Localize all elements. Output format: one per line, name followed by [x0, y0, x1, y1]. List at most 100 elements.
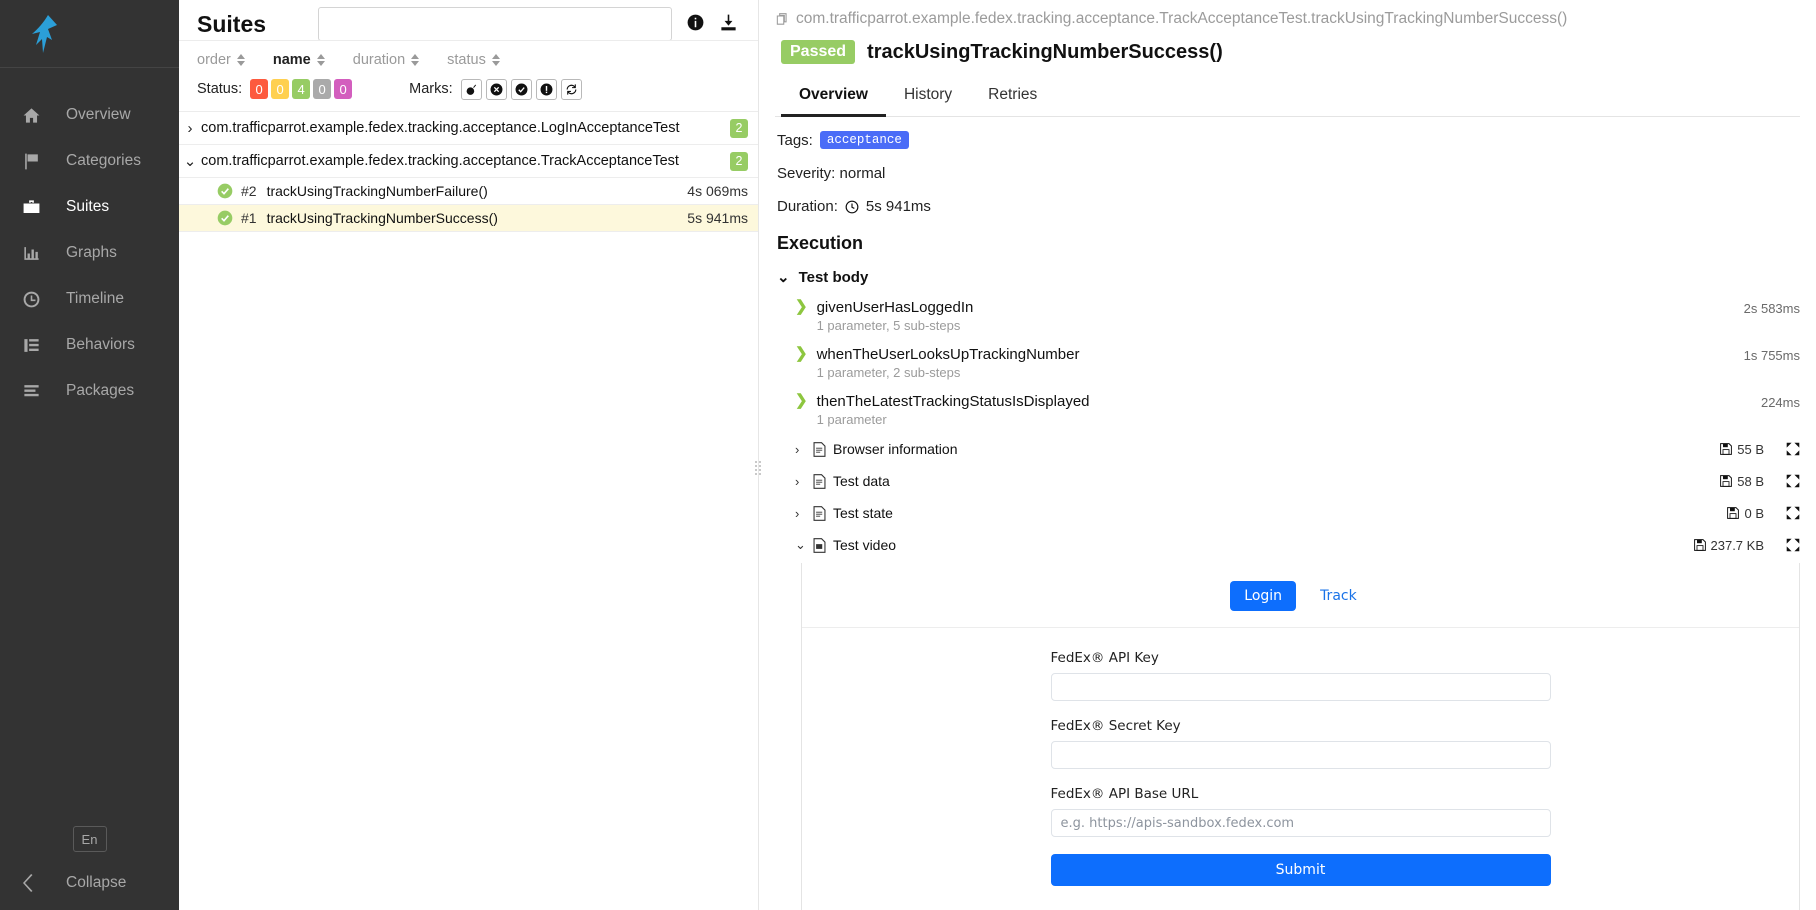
logo[interactable] — [0, 0, 179, 68]
sort-caret-icon — [316, 54, 325, 66]
collapse-button[interactable]: Collapse — [0, 874, 179, 892]
attachment-size: 58 B — [1720, 474, 1764, 489]
chevron-right-icon: › — [187, 119, 193, 137]
sort-by-status[interactable]: status — [447, 52, 500, 68]
secret-key-field[interactable] — [1050, 741, 1551, 769]
step-subtitle: 1 parameter, 2 sub-steps — [816, 365, 961, 380]
attachment-row-test-video[interactable]: ⌄ Test video 237.7 KB — [777, 529, 1800, 561]
attachment-row-test-data[interactable]: › Test data 58 B — [777, 465, 1800, 497]
sidebar-item-timeline[interactable]: Timeline — [0, 276, 179, 322]
download-icon[interactable] — [719, 13, 738, 36]
suites-header-actions — [686, 13, 742, 36]
step-row[interactable]: ❯ thenTheLatestTrackingStatusIsDisplayed… — [777, 386, 1800, 433]
test-row[interactable]: #1 trackUsingTrackingNumberSuccess() 5s … — [179, 205, 758, 232]
language-button[interactable]: En — [72, 826, 107, 852]
api-key-field[interactable] — [1050, 673, 1551, 701]
expand-icon[interactable] — [1786, 538, 1800, 552]
pane-resize-handle[interactable] — [755, 455, 761, 481]
test-body-toggle[interactable]: ⌄ Test body — [777, 268, 1800, 287]
execution-heading: Execution — [777, 233, 864, 253]
preview-tab-login[interactable]: Login — [1230, 581, 1297, 611]
test-name: trackUsingTrackingNumberSuccess() — [266, 210, 498, 226]
status-chip-failed[interactable]: 0 — [250, 79, 269, 99]
attachment-name: Test state — [833, 505, 893, 521]
chevron-right-icon: › — [795, 441, 800, 457]
info-icon[interactable] — [686, 13, 705, 36]
step-main: givenUserHasLoggedIn 1 parameter, 5 sub-… — [817, 299, 1744, 333]
save-icon — [1693, 539, 1706, 551]
file-text-icon — [813, 505, 826, 521]
duration-label: Duration: — [777, 198, 838, 215]
suite-name: com.trafficparrot.example.fedex.tracking… — [201, 153, 679, 169]
passed-status-icon — [217, 210, 233, 226]
step-row[interactable]: ❯ whenTheUserLooksUpTrackingNumber 1 par… — [777, 339, 1800, 386]
attachment-size: 55 B — [1720, 442, 1764, 457]
save-icon — [1720, 443, 1733, 455]
copy-icon[interactable] — [775, 12, 789, 27]
sidebar: Overview Categories Suites Graphs Timeli… — [0, 0, 179, 910]
sidebar-item-overview[interactable]: Overview — [0, 92, 179, 138]
sidebar-item-suites[interactable]: Suites — [0, 184, 179, 230]
failed-circle-icon[interactable] — [485, 78, 507, 100]
attachment-size-text: 237.7 KB — [1710, 537, 1765, 553]
suite-row-login-acceptance-test[interactable]: › com.trafficparrot.example.fedex.tracki… — [179, 112, 758, 145]
submit-button[interactable]: Submit — [1050, 854, 1551, 886]
sidebar-item-behaviors[interactable]: Behaviors — [0, 322, 179, 368]
breadcrumb-text: com.trafficparrot.example.fedex.tracking… — [796, 10, 1568, 27]
suite-name: com.trafficparrot.example.fedex.tracking… — [201, 120, 680, 136]
sidebar-item-label: Packages — [66, 382, 135, 399]
status-filter-label: Status: — [197, 81, 243, 97]
search-input[interactable] — [318, 7, 672, 41]
list-icon — [22, 336, 52, 355]
tab-retries[interactable]: Retries — [970, 78, 1055, 117]
chevron-down-icon: ⌄ — [777, 269, 790, 286]
marks-controls: Marks: — [409, 78, 586, 100]
passed-circle-icon[interactable] — [510, 78, 532, 100]
status-chip-broken[interactable]: 0 — [271, 79, 290, 99]
test-detail-pane: com.trafficparrot.example.fedex.tracking… — [759, 0, 1816, 910]
preview-tabs: Login Track — [802, 563, 1799, 628]
suite-row-track-acceptance-test[interactable]: ⌄ com.trafficparrot.example.fedex.tracki… — [179, 145, 758, 178]
test-row[interactable]: #2 trackUsingTrackingNumberFailure() 4s … — [179, 178, 758, 205]
tab-overview[interactable]: Overview — [781, 78, 886, 117]
base-url-field[interactable] — [1050, 809, 1551, 837]
attachment-row-test-state[interactable]: › Test state 0 B — [777, 497, 1800, 529]
sidebar-nav: Overview Categories Suites Graphs Timeli… — [0, 68, 179, 826]
status-chip-passed[interactable]: 4 — [292, 79, 311, 99]
preview-tab-track[interactable]: Track — [1306, 581, 1371, 611]
attachment-name: Test data — [833, 473, 890, 489]
step-main: thenTheLatestTrackingStatusIsDisplayed 1… — [817, 393, 1761, 427]
retry-icon[interactable] — [560, 78, 582, 100]
step-row[interactable]: ❯ givenUserHasLoggedIn 1 parameter, 5 su… — [777, 292, 1800, 339]
tab-history[interactable]: History — [886, 78, 970, 117]
sidebar-item-categories[interactable]: Categories — [0, 138, 179, 184]
sidebar-item-packages[interactable]: Packages — [0, 368, 179, 414]
home-icon — [22, 106, 52, 125]
sort-controls: order name duration status — [197, 47, 758, 73]
suitcase-icon — [22, 198, 52, 217]
expand-icon[interactable] — [1786, 474, 1800, 488]
sidebar-item-graphs[interactable]: Graphs — [0, 230, 179, 276]
sort-by-name[interactable]: name — [273, 52, 325, 68]
sort-caret-icon — [491, 54, 500, 66]
broken-circle-icon[interactable] — [535, 78, 557, 100]
breadcrumb[interactable]: com.trafficparrot.example.fedex.tracking… — [775, 10, 1800, 28]
expand-icon[interactable] — [1786, 442, 1800, 456]
flaky-bomb-icon[interactable] — [460, 78, 482, 100]
expand-icon[interactable] — [1786, 506, 1800, 520]
sort-by-duration[interactable]: duration — [353, 52, 420, 68]
attachment-row-browser-information[interactable]: › Browser information 55 B — [777, 433, 1800, 465]
status-chip-unknown[interactable]: 0 — [334, 79, 353, 99]
sort-by-order[interactable]: order — [197, 52, 245, 68]
chevron-right-icon: ❯ — [795, 298, 808, 315]
tag-badge[interactable]: acceptance — [819, 131, 909, 149]
file-video-icon — [813, 537, 826, 553]
file-text-icon — [813, 441, 826, 457]
chevron-right-icon: ❯ — [795, 392, 808, 409]
test-duration: 5s 941ms — [687, 210, 748, 226]
save-icon — [1720, 475, 1733, 487]
sidebar-item-label: Categories — [66, 152, 141, 169]
status-chip-skipped[interactable]: 0 — [313, 79, 332, 99]
marks-label: Marks: — [409, 81, 453, 97]
attachment-size-text: 0 B — [1744, 505, 1764, 521]
